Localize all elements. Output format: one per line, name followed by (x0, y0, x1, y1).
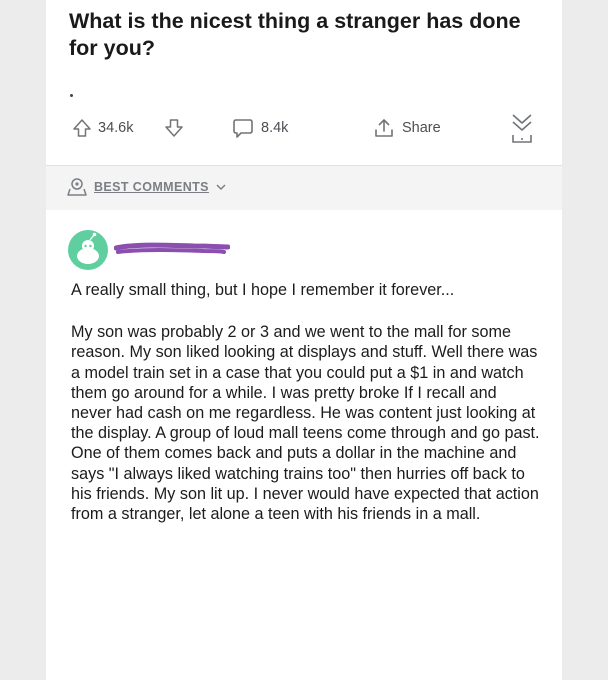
collapse-icon (512, 114, 532, 143)
comment-sort-bar[interactable]: BEST COMMENTS (46, 165, 562, 210)
snoo-avatar-icon (77, 232, 99, 264)
share-button[interactable]: Share (373, 110, 441, 146)
share-icon (375, 119, 393, 137)
upvote-button[interactable]: 34.6k (72, 110, 133, 146)
comment-icon (233, 119, 253, 138)
downvote-icon (165, 119, 183, 137)
collapse-button[interactable] (509, 110, 535, 146)
screenshot-frame: What is the nicest thing a stranger has … (46, 0, 562, 680)
redacted-username (114, 242, 230, 254)
sort-label: BEST COMMENTS (94, 180, 209, 194)
comment-paragraph: A really small thing, but I hope I remem… (71, 281, 455, 299)
separator-dot (70, 94, 73, 97)
comment-count: 8.4k (261, 120, 289, 136)
post-card: What is the nicest thing a stranger has … (46, 0, 562, 183)
post-title: What is the nicest thing a stranger has … (69, 9, 521, 60)
avatar[interactable] (68, 230, 108, 270)
chevron-down-icon (216, 184, 226, 191)
downvote-button[interactable] (164, 110, 184, 146)
sort-selector[interactable]: BEST COMMENTS (66, 176, 227, 198)
share-label: Share (402, 120, 441, 136)
comments-button[interactable]: 8.4k (232, 110, 288, 146)
comment-paragraph: My son was probably 2 or 3 and we went t… (71, 323, 540, 524)
upvote-count: 34.6k (98, 120, 134, 136)
comment-body: A really small thing, but I hope I remem… (71, 280, 541, 546)
comment-card: A really small thing, but I hope I remem… (46, 210, 562, 680)
sort-icon (67, 178, 87, 196)
post-action-bar: 34.6k 8.4k Share (46, 110, 562, 146)
upvote-icon (73, 119, 91, 137)
